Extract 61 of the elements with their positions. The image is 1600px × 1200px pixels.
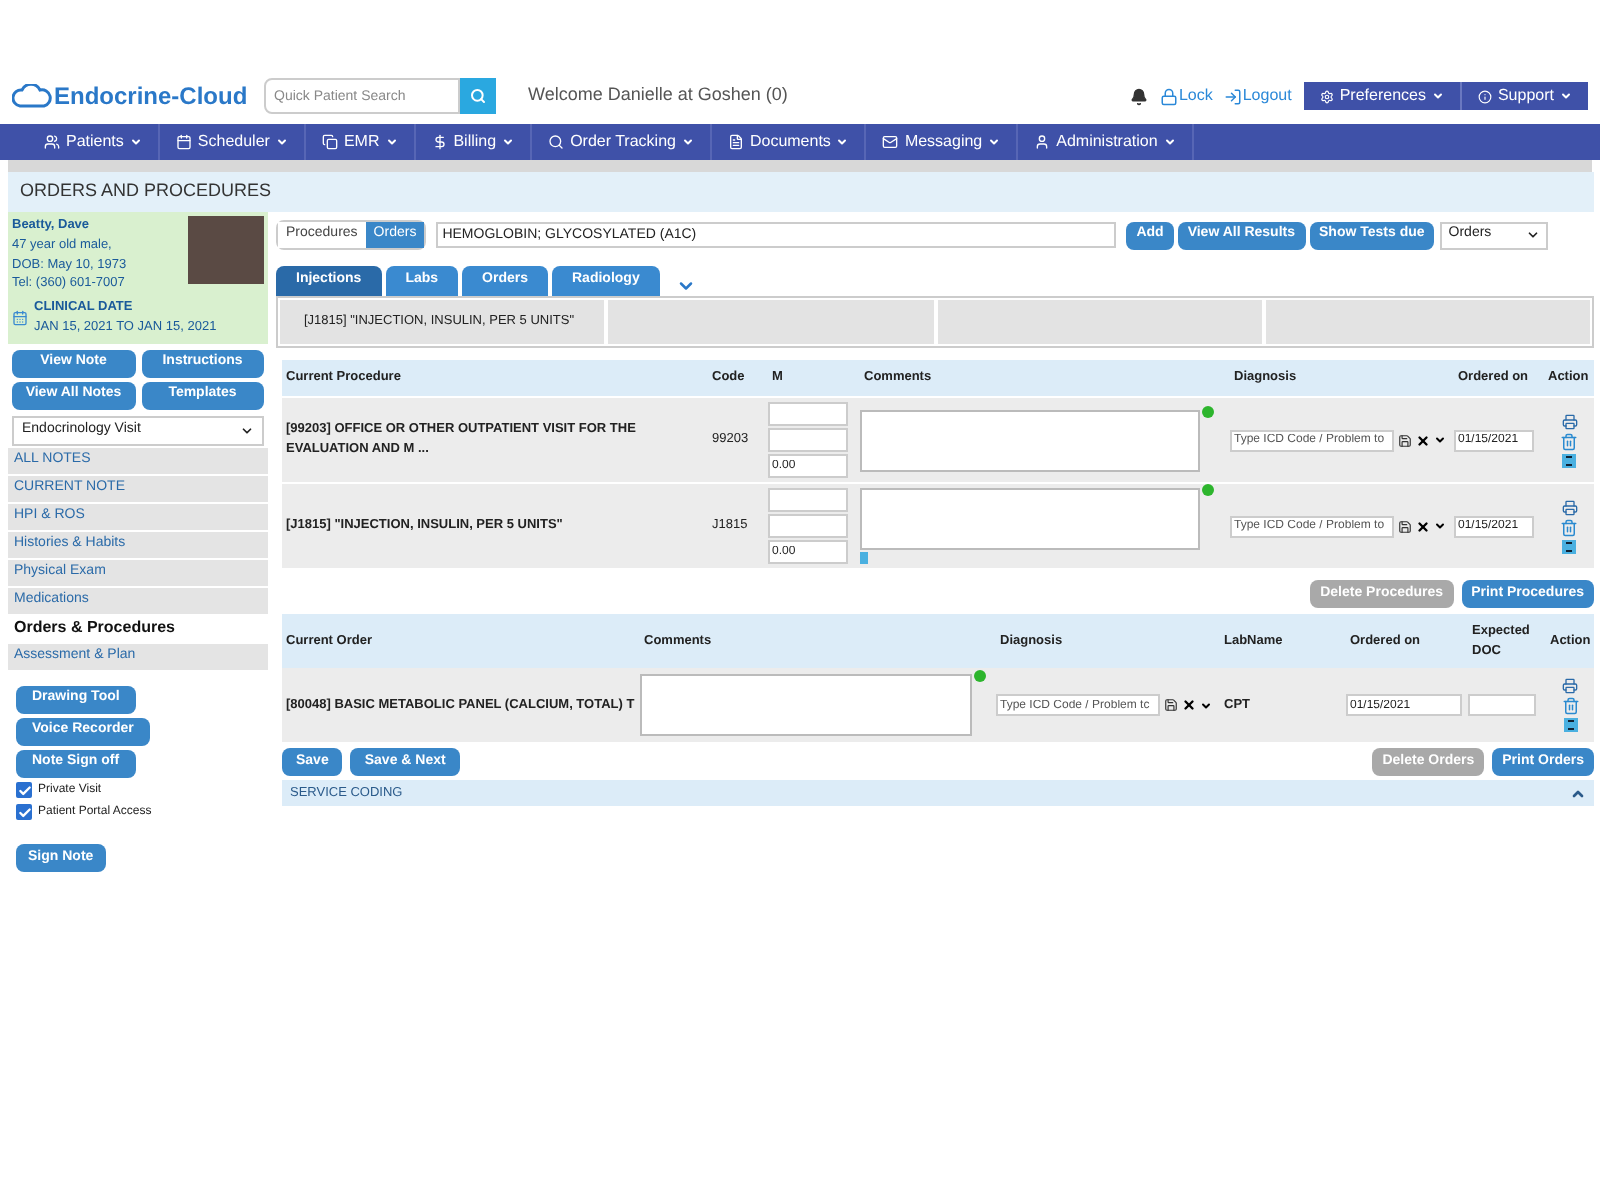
photo-placeholder [188, 216, 264, 284]
modifier-field[interactable] [768, 488, 848, 512]
modifier-field[interactable] [768, 402, 848, 426]
caret-icon [1560, 90, 1572, 102]
comment-field[interactable] [640, 674, 972, 736]
header-menu[interactable]: Support [1459, 82, 1588, 110]
search-icon [470, 88, 486, 104]
mail-icon [882, 134, 899, 150]
logout-link[interactable]: Logout [1242, 84, 1292, 108]
lock-link[interactable]: Lock [1178, 84, 1213, 108]
page-title: ORDERS AND PROCEDURES [20, 178, 272, 205]
bell-icon[interactable] [1130, 87, 1149, 105]
comment-field[interactable] [860, 488, 1200, 550]
caret-icon[interactable] [1434, 434, 1446, 446]
users-icon [44, 134, 60, 150]
expected-doc-field[interactable] [1468, 694, 1536, 716]
caret-icon [275, 136, 288, 148]
caret-icon [129, 136, 142, 148]
caret-icon[interactable] [1200, 699, 1212, 711]
modifier-field[interactable] [768, 428, 848, 452]
collapse-icon[interactable] [1570, 785, 1586, 801]
caret-icon [681, 136, 694, 148]
user-icon [1034, 134, 1051, 150]
clear-icon[interactable] [1416, 433, 1430, 447]
modifier-field[interactable] [768, 514, 848, 538]
caret-icon[interactable] [1434, 520, 1446, 532]
caret-icon [988, 136, 1001, 148]
lock-icon[interactable] [1160, 87, 1179, 105]
clear-icon[interactable] [1416, 519, 1430, 533]
more-tabs-icon[interactable] [675, 276, 696, 296]
copy-icon [321, 134, 338, 150]
calendar-icon [175, 134, 192, 150]
caret-icon [1526, 228, 1541, 242]
caret-icon [240, 423, 254, 437]
logout-icon[interactable] [1224, 87, 1243, 105]
print-icon[interactable] [1562, 678, 1578, 694]
caret-icon [502, 136, 515, 148]
caret-icon [385, 136, 398, 148]
header-menu[interactable]: Preferences [1303, 82, 1460, 110]
search-icon [548, 134, 565, 150]
cloud-logo-icon [12, 84, 52, 108]
comment-field[interactable] [860, 409, 1200, 471]
gear-icon [1319, 89, 1334, 103]
checkbox[interactable] [16, 804, 32, 820]
calendar-icon [12, 309, 28, 326]
print-icon[interactable] [1561, 413, 1577, 429]
dollar-icon [431, 134, 448, 150]
save-icon[interactable] [1164, 698, 1178, 712]
info-icon [1477, 89, 1492, 103]
search-button[interactable] [460, 78, 496, 114]
welcome-text: Welcome Danielle at Goshen (0) [528, 82, 788, 109]
caret-icon [836, 136, 849, 148]
logo-text: Endocrine-Cloud [54, 80, 248, 114]
caret-icon [1431, 90, 1444, 102]
save-icon[interactable] [1398, 433, 1412, 447]
clear-icon[interactable] [1182, 698, 1196, 712]
caret-icon [1163, 136, 1176, 148]
save-icon[interactable] [1398, 519, 1412, 533]
checkbox[interactable] [16, 782, 32, 798]
print-icon[interactable] [1561, 499, 1577, 515]
document-icon [727, 134, 744, 150]
